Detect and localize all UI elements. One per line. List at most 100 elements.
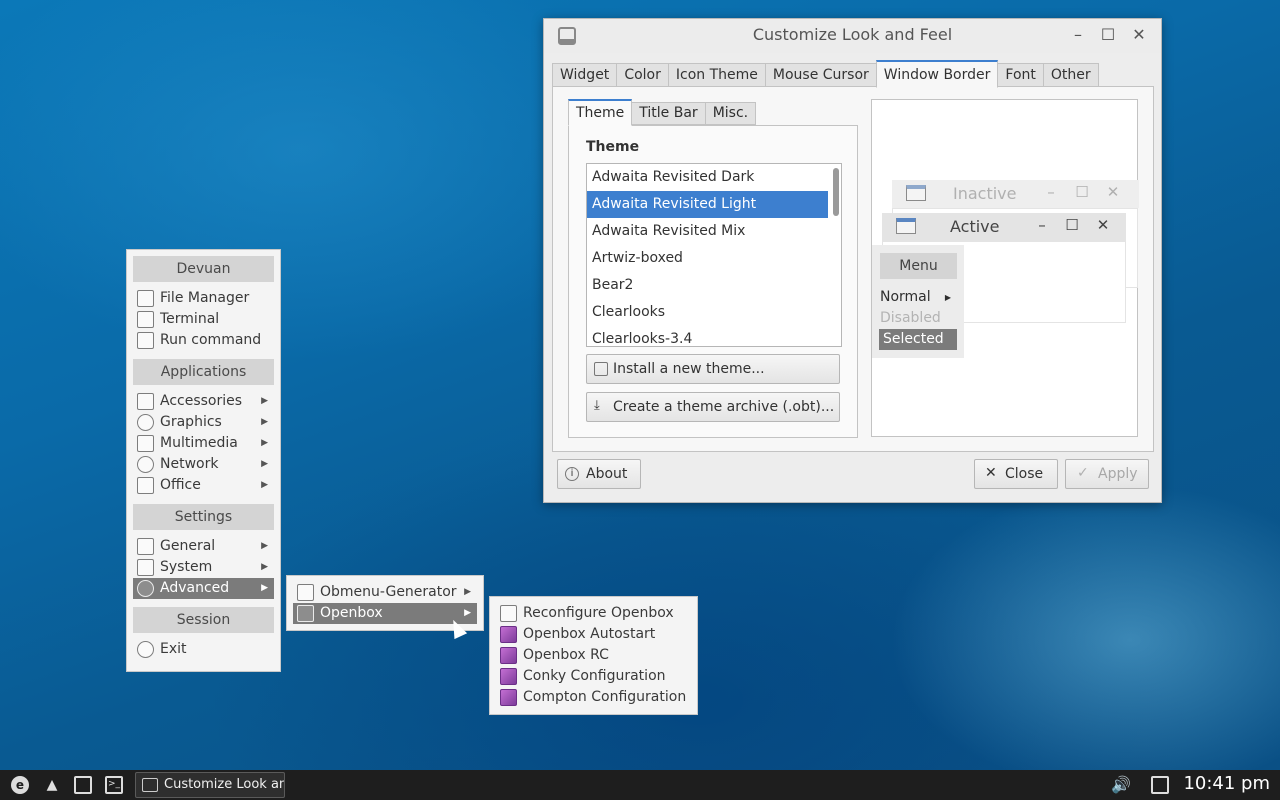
network-tray-icon[interactable]	[1151, 776, 1169, 794]
close-icon: ✕	[1096, 216, 1110, 234]
list-item[interactable]: Clearlooks-3.4	[587, 326, 828, 346]
menu-item-general[interactable]: General ▶	[133, 536, 274, 557]
subtab-theme[interactable]: Theme	[568, 99, 633, 126]
openbox-icon	[297, 605, 314, 622]
preview-active-title: Active	[950, 217, 1000, 236]
preview-menu-normal: Normal ▶	[876, 287, 957, 308]
menu-section-settings: Settings	[133, 504, 274, 530]
create-theme-archive-button[interactable]: ⤓ Create a theme archive (.obt)...	[586, 392, 840, 422]
list-item[interactable]: Adwaita Revisited Light	[587, 191, 828, 218]
run-command-icon	[137, 332, 154, 349]
preview-inactive-window: Inactive – ☐ ✕	[892, 180, 1139, 208]
close-icon[interactable]: ✕	[1129, 25, 1149, 45]
submenu-arrow-icon: ▶	[261, 480, 268, 490]
tab-color[interactable]: Color	[616, 63, 669, 88]
submenu-arrow-icon: ▶	[261, 438, 268, 448]
tab-font[interactable]: Font	[997, 63, 1044, 88]
text-editor-icon	[500, 689, 517, 706]
text-editor-icon	[500, 668, 517, 685]
list-item[interactable]: Adwaita Revisited Dark	[587, 164, 828, 191]
close-button[interactable]: ✕ Close	[974, 459, 1058, 489]
file-manager-icon[interactable]	[74, 776, 92, 794]
openbox-submenu: Reconfigure Openbox Openbox Autostart Op…	[489, 596, 698, 715]
menu-item-run-command[interactable]: Run command	[133, 330, 274, 351]
minimize-icon: –	[1038, 216, 1046, 234]
maximize-icon[interactable]: ☐	[1098, 25, 1118, 45]
taskbar: e ▲ >_ Customize Look an... 🔊 10:41 pm	[0, 770, 1280, 800]
list-item[interactable]: Adwaita Revisited Mix	[587, 218, 828, 245]
window-icon	[896, 218, 916, 234]
general-icon	[137, 538, 154, 555]
list-item[interactable]: Artwiz-boxed	[587, 245, 828, 272]
clock: 10:41 pm	[1183, 773, 1270, 794]
preview-menu-disabled: Disabled	[880, 310, 941, 326]
about-button[interactable]: i About	[557, 459, 641, 489]
menu-section-applications: Applications	[133, 359, 274, 385]
multimedia-icon	[137, 435, 154, 452]
graphics-icon	[137, 414, 154, 431]
menu-item-exit[interactable]: Exit	[133, 639, 274, 660]
devuan-logo-icon[interactable]: e	[11, 776, 29, 794]
menu-item-accessories[interactable]: Accessories ▶	[133, 391, 274, 412]
minimize-icon[interactable]: –	[1068, 25, 1088, 45]
minimize-icon: –	[1047, 183, 1055, 201]
maximize-icon: ☐	[1075, 183, 1089, 201]
submenu-arrow-icon: ▶	[464, 587, 471, 597]
menu-item-graphics[interactable]: Graphics ▶	[133, 412, 274, 433]
apply-button[interactable]: ✓ Apply	[1065, 459, 1149, 489]
tab-widget[interactable]: Widget	[552, 63, 618, 88]
menu-item-advanced[interactable]: Advanced ▶	[133, 578, 274, 599]
download-icon: ⤓	[594, 398, 600, 413]
preview-menu: Menu Normal ▶ Disabled Selected	[872, 245, 964, 358]
network-icon	[137, 456, 154, 473]
menu-item-office[interactable]: Office ▶	[133, 475, 274, 496]
terminal-icon[interactable]: >_	[105, 776, 123, 794]
tab-icon-theme[interactable]: Icon Theme	[667, 63, 766, 88]
info-icon: i	[565, 467, 579, 481]
menu-item-network[interactable]: Network ▶	[133, 454, 274, 475]
triangle-icon[interactable]: ▲	[43, 776, 61, 794]
window-titlebar[interactable]: Customize Look and Feel – ☐ ✕	[544, 19, 1161, 53]
menu-item-multimedia[interactable]: Multimedia ▶	[133, 433, 274, 454]
menu-section-devuan: Devuan	[133, 256, 274, 282]
paint-roller-icon	[142, 778, 158, 792]
menu-item-compton-configuration[interactable]: Compton Configuration	[496, 687, 691, 708]
subtab-title-bar[interactable]: Title Bar	[631, 102, 706, 125]
submenu-arrow-icon: ▶	[261, 541, 268, 551]
system-icon	[137, 559, 154, 576]
submenu-arrow-icon: ▶	[261, 459, 268, 469]
obmenu-generator-icon	[297, 584, 314, 601]
menu-item-obmenu-generator[interactable]: Obmenu-Generator ▶	[293, 582, 477, 603]
subtab-misc[interactable]: Misc.	[704, 102, 757, 125]
submenu-arrow-icon: ▶	[944, 293, 951, 302]
theme-list[interactable]: Adwaita Revisited Dark Adwaita Revisited…	[586, 163, 842, 347]
tab-window-border[interactable]: Window Border	[875, 60, 999, 88]
menu-item-file-manager[interactable]: File Manager	[133, 288, 274, 309]
volume-icon[interactable]: 🔊	[1111, 776, 1131, 794]
menu-item-openbox-rc[interactable]: Openbox RC	[496, 645, 691, 666]
install-theme-button[interactable]: Install a new theme...	[586, 354, 840, 384]
menu-item-conky-configuration[interactable]: Conky Configuration	[496, 666, 691, 687]
theme-preview: Inactive – ☐ ✕ Active – ☐ ✕ Menu Normal ▶…	[871, 99, 1139, 437]
submenu-arrow-icon: ▶	[261, 396, 268, 406]
root-menu: Devuan File Manager Terminal Run command…	[126, 249, 281, 672]
terminal-icon	[137, 311, 154, 328]
list-item[interactable]: Clearlooks	[587, 299, 828, 326]
submenu-arrow-icon: ▶	[261, 583, 268, 593]
preview-menu-title: Menu	[880, 253, 957, 279]
list-scrollbar[interactable]	[833, 168, 839, 216]
main-tabs: Widget Color Icon Theme Mouse Cursor Win…	[552, 60, 1099, 88]
reconfigure-icon	[500, 605, 517, 622]
menu-item-system[interactable]: System ▶	[133, 557, 274, 578]
text-editor-icon	[500, 626, 517, 643]
menu-item-openbox-autostart[interactable]: Openbox Autostart	[496, 624, 691, 645]
list-item[interactable]: Bear2	[587, 272, 828, 299]
task-button-customize-look[interactable]: Customize Look an...	[135, 772, 285, 798]
tab-other[interactable]: Other	[1042, 63, 1099, 88]
file-manager-icon	[137, 290, 154, 307]
menu-item-terminal[interactable]: Terminal	[133, 309, 274, 330]
menu-item-reconfigure-openbox[interactable]: Reconfigure Openbox	[496, 603, 691, 624]
sub-tabs: Theme Title Bar Misc.	[568, 99, 757, 126]
text-editor-icon	[500, 647, 517, 664]
tab-mouse-cursor[interactable]: Mouse Cursor	[764, 63, 877, 88]
